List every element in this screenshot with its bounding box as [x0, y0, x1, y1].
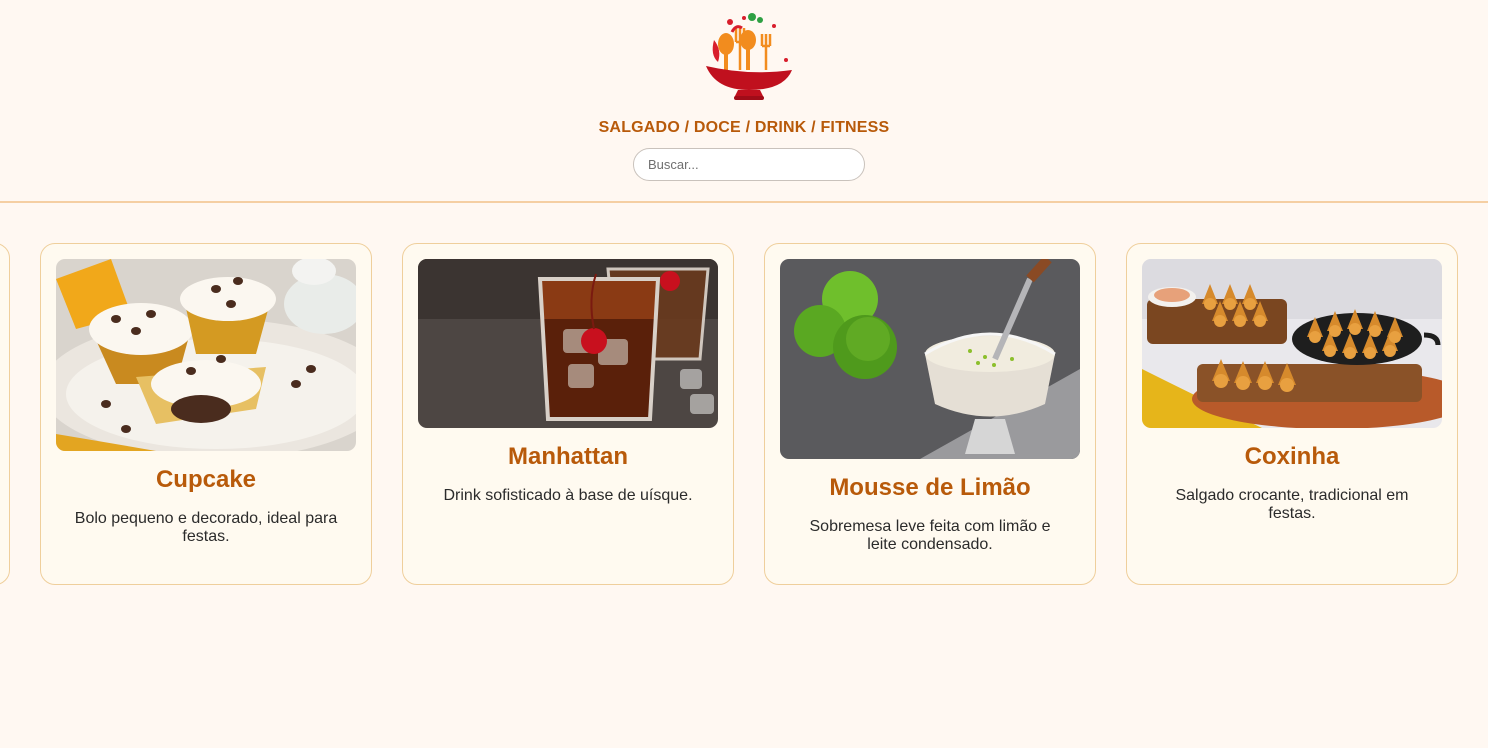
category-nav[interactable]: SALGADO / DOCE / DRINK / FITNESS — [0, 119, 1488, 137]
recipe-title[interactable]: Cupcake — [51, 466, 361, 494]
mousse-image — [780, 259, 1080, 459]
logo[interactable] — [700, 10, 798, 102]
recipe-card-mousse-de-limao[interactable]: Mousse de Limão Sobremesa leve feita com… — [764, 243, 1096, 585]
recipe-description: Drink sofisticado à base de uísque. — [443, 487, 693, 504]
recipe-card-cupcake[interactable]: Cupcake Bolo pequeno e decorado, ideal p… — [40, 243, 372, 585]
search-input[interactable] — [633, 148, 865, 181]
recipe-description: Bolo pequeno e decorado, ideal para fest… — [74, 510, 338, 545]
recipe-title[interactable]: Mousse de Limão — [775, 474, 1085, 502]
cupcake-image — [56, 259, 356, 451]
recipe-card-coxinha[interactable]: Coxinha Salgado crocante, tradicional em… — [1126, 243, 1458, 585]
recipe-description: Salgado crocante, tradicional em festas. — [1175, 487, 1409, 522]
coxinha-image — [1142, 259, 1442, 428]
site-header: SALGADO / DOCE / DRINK / FITNESS — [0, 0, 1488, 203]
recipe-title[interactable]: Coxinha — [1137, 443, 1447, 471]
recipe-title[interactable]: Manhattan — [413, 443, 723, 471]
recipe-card-manhattan[interactable]: Manhattan Drink sofisticado à base de uí… — [402, 243, 734, 585]
recipe-description: Sobremesa leve feita com limão e leite c… — [809, 518, 1051, 553]
manhattan-image — [418, 259, 718, 428]
partial-card[interactable] — [0, 243, 10, 585]
